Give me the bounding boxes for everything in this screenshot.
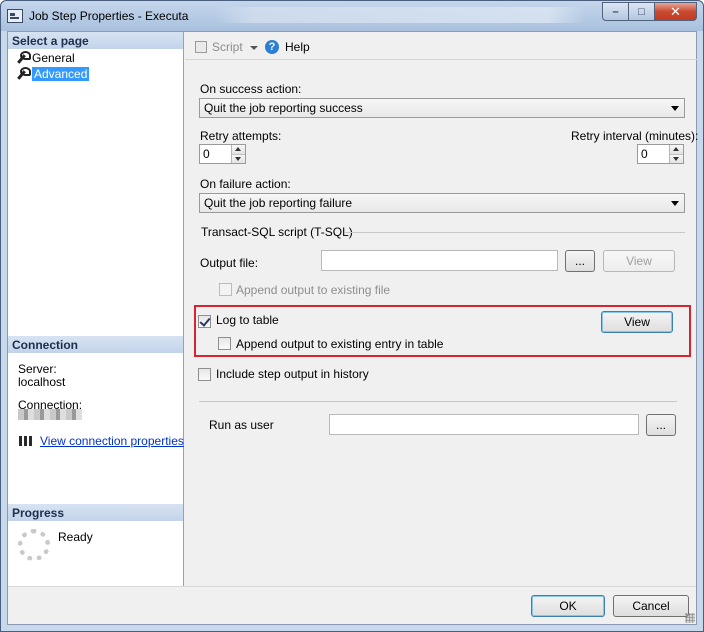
select-page-header: Select a page: [8, 32, 183, 49]
progress-status: Ready: [58, 530, 93, 544]
on-failure-select[interactable]: Quit the job reporting failure: [199, 193, 685, 213]
wrench-icon: [14, 67, 31, 81]
resize-grip-icon[interactable]: [685, 613, 695, 623]
script-label: Script: [212, 40, 243, 54]
connection-properties-icon: [18, 434, 34, 448]
retry-interval-stepper[interactable]: 0: [637, 144, 684, 164]
output-file-input[interactable]: [321, 250, 558, 271]
connection-value-blurred: [18, 409, 82, 420]
output-file-browse-button[interactable]: ...: [565, 250, 595, 272]
script-button[interactable]: Script: [195, 40, 243, 54]
view-connection-properties-link[interactable]: View connection properties: [40, 434, 184, 448]
stepper-buttons: [669, 145, 683, 163]
section-divider: [345, 232, 685, 233]
title-blur: [215, 7, 585, 23]
progress-header: Progress: [8, 504, 183, 521]
retry-interval-label: Retry interval (minutes):: [571, 129, 699, 143]
run-as-user-input[interactable]: [329, 414, 639, 435]
toolbar: Script ? Help: [185, 32, 697, 60]
script-dropdown-icon[interactable]: [250, 46, 258, 50]
increment-icon[interactable]: [232, 145, 245, 154]
dialog-client: Select a page General Advanced Connectio…: [7, 31, 699, 625]
on-success-select[interactable]: Quit the job reporting success: [199, 98, 685, 118]
tsql-section-label: Transact-SQL script (T-SQL): [201, 225, 353, 239]
include-history-label: Include step output in history: [216, 367, 369, 381]
run-as-user-browse-button[interactable]: ...: [646, 414, 676, 436]
help-icon: ?: [265, 40, 279, 54]
script-icon: [195, 41, 207, 53]
connection-header: Connection: [8, 336, 183, 353]
run-as-user-label: Run as user: [209, 418, 274, 432]
stepper-buttons: [231, 145, 245, 163]
ok-button[interactable]: OK: [531, 595, 605, 617]
minimize-icon: –: [612, 5, 619, 18]
append-entry-label: Append output to existing entry in table: [236, 337, 444, 351]
close-icon: ✕: [670, 3, 681, 19]
app-icon: [7, 9, 23, 23]
help-label: Help: [285, 40, 310, 54]
right-pane: Script ? Help On success action: Quit th…: [185, 32, 699, 586]
page-item-label: Advanced: [32, 67, 90, 81]
page-item-advanced[interactable]: Advanced: [14, 66, 90, 82]
progress-spinner-icon: [18, 529, 50, 561]
log-to-table-checkbox[interactable]: [198, 315, 211, 328]
on-failure-value: Quit the job reporting failure: [204, 196, 353, 210]
maximize-icon: □: [638, 5, 645, 18]
cancel-button[interactable]: Cancel: [613, 595, 689, 617]
include-history-checkbox[interactable]: [198, 368, 211, 381]
on-success-value: Quit the job reporting success: [204, 101, 363, 115]
append-entry-checkbox[interactable]: [218, 337, 231, 350]
decrement-icon[interactable]: [670, 154, 683, 163]
view-table-button[interactable]: View: [601, 311, 673, 333]
retry-attempts-stepper[interactable]: 0: [199, 144, 246, 164]
maximize-button[interactable]: □: [628, 2, 654, 21]
append-output-file-checkbox[interactable]: [219, 283, 232, 296]
window-controls: – □ ✕: [602, 2, 697, 22]
retry-attempts-label: Retry attempts:: [200, 129, 282, 143]
on-failure-label: On failure action:: [200, 177, 291, 191]
chevron-down-icon: [671, 106, 679, 111]
page-item-label: General: [32, 51, 75, 65]
section-divider: [199, 401, 677, 402]
server-value: localhost: [18, 375, 66, 389]
left-pane: Select a page General Advanced Connectio…: [8, 32, 184, 586]
close-button[interactable]: ✕: [654, 2, 697, 21]
page-item-general[interactable]: General: [14, 50, 75, 66]
dialog-footer: OK Cancel: [8, 586, 696, 624]
view-output-file-button[interactable]: View: [603, 250, 675, 272]
append-output-file-label: Append output to existing file: [236, 283, 391, 297]
chevron-down-icon: [671, 201, 679, 206]
decrement-icon[interactable]: [232, 154, 245, 163]
output-file-label: Output file:: [200, 256, 259, 270]
retry-interval-value: 0: [641, 147, 648, 161]
dialog-window: Job Step Properties - Executa – □ ✕ Sele…: [0, 0, 704, 632]
log-to-table-label: Log to table: [216, 313, 279, 327]
help-button[interactable]: ? Help: [265, 40, 310, 54]
window-title: Job Step Properties - Executa: [29, 9, 189, 23]
title-bar[interactable]: Job Step Properties - Executa – □ ✕: [1, 1, 703, 31]
retry-attempts-value: 0: [203, 147, 210, 161]
minimize-button[interactable]: –: [602, 2, 628, 21]
server-label: Server:: [18, 362, 57, 376]
on-success-label: On success action:: [200, 82, 302, 96]
increment-icon[interactable]: [670, 145, 683, 154]
wrench-icon: [14, 51, 31, 65]
